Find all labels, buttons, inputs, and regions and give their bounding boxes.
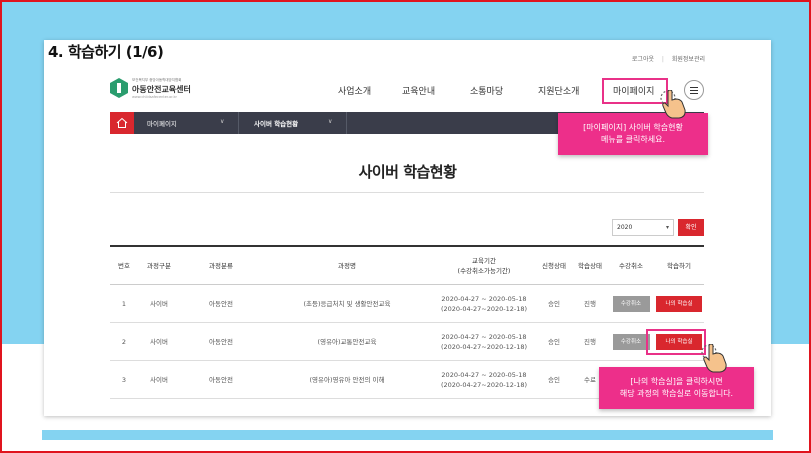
gnb-item-community[interactable]: 소통마당 <box>470 84 503 97</box>
confirm-button[interactable]: 확인 <box>678 219 704 236</box>
logo-icon <box>110 78 128 98</box>
background-bottom-bar <box>42 430 773 440</box>
table-header: 번호 과정구분 과정분류 과정명 교육기간 (수강취소가능기간) 신청상태 학습… <box>110 245 704 285</box>
gnb-item-business[interactable]: 사업소개 <box>338 84 371 97</box>
period-cancel: (2020-04-27~2020-12-18) <box>440 343 528 351</box>
cell-course-name: (영유아)교통안전교육 <box>317 338 377 346</box>
gnb-item-education[interactable]: 교육안내 <box>402 84 435 97</box>
lnb-item-cyber-status[interactable]: 사이버 학습현황 <box>254 118 298 128</box>
cell-period: 2020-04-27 ~ 2020-05-18 (2020-04-27~2020… <box>432 285 536 323</box>
home-icon[interactable] <box>110 112 134 134</box>
table-row: 1 사이버 아동안전 (초등)응급처치 및 생활안전교육 2020-04-27 … <box>110 285 704 323</box>
member-info-link[interactable]: 회원정보관리 <box>672 56 705 63</box>
lnb-divider <box>346 112 347 134</box>
col-learning-status: 학습상태 <box>578 262 602 270</box>
col-cancel: 수강취소 <box>619 262 643 270</box>
pointer-hand-icon <box>701 344 727 373</box>
cancel-enrollment-button[interactable]: 수강취소 <box>612 296 650 312</box>
period-study: 2020-04-27 ~ 2020-05-18 <box>441 371 527 379</box>
period-cancel: (2020-04-27~2020-12-18) <box>440 381 528 389</box>
period-study: 2020-04-27 ~ 2020-05-18 <box>441 295 527 303</box>
cell-type: 사이버 <box>150 376 168 384</box>
cell-number: 2 <box>121 338 127 346</box>
chevron-down-icon[interactable]: ∨ <box>220 118 224 125</box>
page-title: 사이버 학습현황 <box>358 163 457 181</box>
lnb-item-mypage[interactable]: 마이페이지 <box>147 118 177 128</box>
logo-name: 아동안전교육센터 <box>132 85 191 94</box>
my-classroom-button[interactable]: 나의 학습실 <box>656 296 702 312</box>
cell-category: 아동안전 <box>209 376 233 384</box>
cell-study: 나의 학습실 <box>654 285 704 323</box>
gnb-item-support[interactable]: 지원단소개 <box>538 84 579 97</box>
cell-category: 아동안전 <box>209 300 233 308</box>
col-study: 학습하기 <box>667 262 691 270</box>
col-period: 교육기간 (수강취소가능기간) <box>457 257 511 275</box>
logo-url: www.childsafecenter.or.kr <box>132 95 177 99</box>
chevron-down-icon[interactable]: ∨ <box>328 118 332 125</box>
callout-my-classroom-line1: [나의 학습실]을 클릭하시면 <box>630 377 723 386</box>
cell-number: 3 <box>121 376 127 384</box>
cell-type: 사이버 <box>150 338 168 346</box>
cell-learning-status: 진행 <box>584 338 596 346</box>
slide-frame: 로그아웃 | 회원정보관리 보건복지부 중앙아동학대방지협회 아동안전교육센터 … <box>0 0 811 453</box>
cell-course-name: (영유아)영유아 안전의 이해 <box>309 376 385 384</box>
callout-mypage-line1: [마이페이지] 사이버 학습현황 <box>583 123 683 132</box>
col-apply-status: 신청상태 <box>542 262 566 270</box>
cancel-enrollment-button[interactable]: 수강취소 <box>612 334 650 350</box>
col-course-category: 과정분류 <box>209 262 233 270</box>
cell-type: 사이버 <box>150 300 168 308</box>
pointer-hand-icon <box>660 90 686 119</box>
cell-period: 2020-04-27 ~ 2020-05-18 (2020-04-27~2020… <box>432 361 536 399</box>
cell-apply-status: 승인 <box>548 376 560 384</box>
select-caret-icon: ▾ <box>665 224 669 231</box>
callout-my-classroom-line2: 해당 과정의 학습실로 이동합니다. <box>619 389 734 398</box>
utility-links: 로그아웃 | 회원정보관리 <box>626 54 705 63</box>
cell-apply-status: 승인 <box>548 300 560 308</box>
slide-title: 4. 학습하기 (1/6) <box>48 43 164 61</box>
col-course-type: 과정구분 <box>147 262 171 270</box>
callout-mypage-line2: 메뉴를 클릭하세요. <box>601 135 665 144</box>
col-course-name: 과정명 <box>338 262 356 270</box>
period-study: 2020-04-27 ~ 2020-05-18 <box>441 333 527 341</box>
util-separator: | <box>661 56 664 63</box>
title-divider <box>110 192 704 193</box>
cell-apply-status: 승인 <box>548 338 560 346</box>
year-select[interactable]: 2020 ▾ <box>612 219 674 236</box>
cell-course-name: (초등)응급처치 및 생활안전교육 <box>303 300 391 308</box>
lnb-divider <box>238 112 239 134</box>
cell-number: 1 <box>121 300 127 308</box>
logout-link[interactable]: 로그아웃 <box>632 56 654 63</box>
site-logo[interactable]: 보건복지부 중앙아동학대방지협회 아동안전교육센터 www.childsafec… <box>110 76 220 102</box>
period-cancel: (2020-04-27~2020-12-18) <box>440 305 528 313</box>
cell-category: 아동안전 <box>209 338 233 346</box>
table-row: 2 사이버 아동안전 (영유아)교통안전교육 2020-04-27 ~ 2020… <box>110 323 704 361</box>
year-select-value: 2020 <box>617 224 633 231</box>
cell-period: 2020-04-27 ~ 2020-05-18 (2020-04-27~2020… <box>432 323 536 361</box>
cell-cancel: 수강취소 <box>608 285 654 323</box>
cell-learning-status: 진행 <box>584 300 596 308</box>
logo-org-text: 보건복지부 중앙아동학대방지협회 <box>132 78 182 82</box>
col-number: 번호 <box>118 262 130 270</box>
my-classroom-highlight-box <box>646 329 706 355</box>
